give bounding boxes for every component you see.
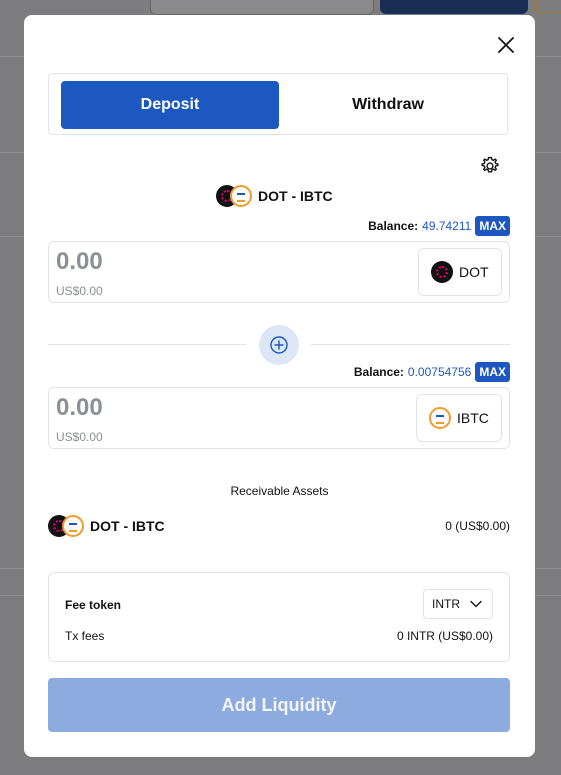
receivable-assets-title: Receivable Assets [230, 484, 329, 498]
ibtc-usd-value: US$0.00 [56, 430, 103, 444]
ibtc-amount-input[interactable] [56, 394, 356, 422]
plus-circle-icon [259, 325, 299, 365]
deposit-withdraw-tabs: Deposit Withdraw [48, 73, 508, 135]
balance-label: Balance: [353, 365, 404, 379]
divider-left [48, 344, 246, 345]
token-label: DOT [459, 264, 489, 280]
add-liquidity-modal: Deposit Withdraw DOT - IBTC Balance: 49.… [24, 15, 535, 757]
receivable-pair-name: DOT - IBTC [90, 518, 165, 534]
close-icon[interactable] [494, 33, 518, 57]
receivable-value: 0 (US$0.00) [445, 519, 510, 533]
fee-token-label: Fee token [65, 598, 122, 612]
chevron-down-icon [470, 600, 482, 608]
pair-header: DOT - IBTC [216, 185, 333, 207]
ibtc-max-button[interactable]: MAX [475, 362, 510, 382]
dot-max-button[interactable]: MAX [475, 216, 510, 236]
dot-token-icon [431, 261, 453, 283]
pair-title: DOT - IBTC [258, 188, 333, 204]
balance-value: 49.74211 [422, 219, 472, 233]
ibtc-balance: Balance: 0.00754756 MAX [354, 362, 510, 382]
ibtc-token-icon [429, 407, 451, 429]
background-input [150, 0, 374, 15]
tx-fees-label: Tx fees [65, 629, 105, 643]
background-chip [536, 0, 561, 14]
settings-gear-icon[interactable] [479, 155, 501, 177]
divider-right [311, 344, 510, 345]
tab-withdraw[interactable]: Withdraw [279, 81, 497, 129]
balance-value: 0.00754756 [407, 365, 472, 379]
fee-token-value: INTR [432, 597, 460, 611]
dot-amount-input[interactable] [56, 248, 356, 276]
fee-details: Fee token INTR Tx fees 0 INTR (US$0.00) [48, 572, 510, 662]
tx-fees-value: 0 INTR (US$0.00) [396, 629, 493, 643]
balance-label: Balance: [368, 219, 419, 233]
ibtc-amount-field: US$0.00 IBTC [48, 387, 510, 449]
dot-usd-value: US$0.00 [56, 284, 103, 298]
dot-token-selector[interactable]: DOT [418, 248, 502, 296]
plus-icon [270, 336, 288, 354]
ibtc-token-icon [62, 515, 84, 537]
dot-amount-field: US$0.00 DOT [48, 241, 510, 303]
add-liquidity-button[interactable]: Add Liquidity [48, 678, 510, 732]
pair-icons [48, 515, 84, 537]
ibtc-token-icon [230, 185, 252, 207]
tab-deposit[interactable]: Deposit [61, 81, 279, 129]
fee-token-select[interactable]: INTR [423, 589, 493, 619]
receivable-asset-row: DOT - IBTC 0 (US$0.00) [48, 515, 510, 537]
dot-balance: Balance: 49.74211 MAX [368, 216, 510, 236]
pair-icons [216, 185, 252, 207]
token-label: IBTC [457, 410, 489, 426]
ibtc-token-selector[interactable]: IBTC [416, 394, 502, 442]
background-button [380, 0, 528, 14]
